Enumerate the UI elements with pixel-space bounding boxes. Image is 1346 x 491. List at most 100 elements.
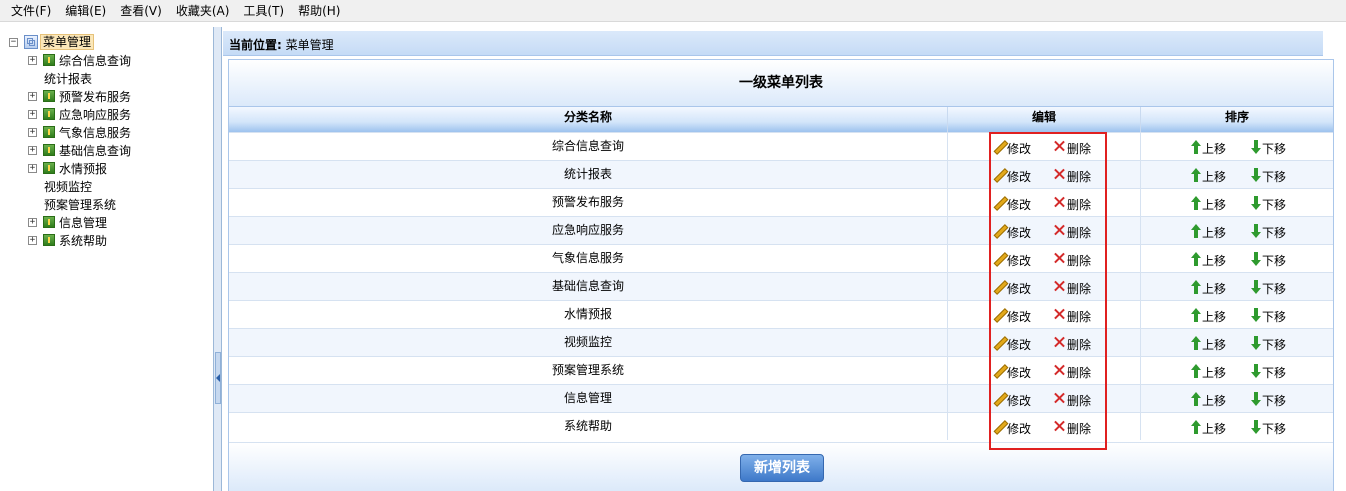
move-up-link[interactable]: 上移 bbox=[1191, 304, 1226, 325]
menu-view[interactable]: 查看(V) bbox=[113, 1, 169, 21]
move-down-link[interactable]: 下移 bbox=[1251, 164, 1286, 185]
modify-link[interactable]: 修改 bbox=[992, 136, 1031, 157]
tree-item[interactable]: + 信息管理 bbox=[0, 213, 213, 231]
delete-link[interactable]: 删除 bbox=[1053, 304, 1091, 325]
tree-item-label[interactable]: 视频监控 bbox=[44, 178, 92, 195]
expand-icon[interactable]: + bbox=[28, 145, 37, 155]
delete-link[interactable]: 删除 bbox=[1053, 388, 1091, 409]
delete-link[interactable]: 删除 bbox=[1053, 248, 1091, 269]
move-down-link[interactable]: 下移 bbox=[1251, 220, 1286, 241]
move-up-link[interactable]: 上移 bbox=[1191, 136, 1226, 157]
row-category-name: 统计报表 bbox=[229, 161, 948, 188]
move-down-link[interactable]: 下移 bbox=[1251, 192, 1286, 213]
expand-icon[interactable]: + bbox=[28, 235, 37, 245]
modify-link[interactable]: 修改 bbox=[992, 416, 1031, 437]
breadcrumb-label: 当前位置: bbox=[229, 38, 282, 52]
move-up-link[interactable]: 上移 bbox=[1191, 220, 1226, 241]
modify-link[interactable]: 修改 bbox=[992, 388, 1031, 409]
modify-link[interactable]: 修改 bbox=[992, 304, 1031, 325]
row-edit-cell: 修改 删除 bbox=[948, 217, 1141, 244]
expand-icon[interactable]: + bbox=[28, 109, 37, 119]
tree-item[interactable]: + 系统帮助 bbox=[0, 231, 213, 249]
delete-x-icon bbox=[1053, 280, 1066, 293]
collapse-sidebar-handle[interactable] bbox=[215, 352, 221, 404]
menu-tools[interactable]: 工具(T) bbox=[236, 1, 291, 21]
delete-link[interactable]: 删除 bbox=[1053, 416, 1091, 437]
move-up-link[interactable]: 上移 bbox=[1191, 164, 1226, 185]
delete-link[interactable]: 删除 bbox=[1053, 164, 1091, 185]
move-up-link[interactable]: 上移 bbox=[1191, 248, 1226, 269]
move-down-link[interactable]: 下移 bbox=[1251, 360, 1286, 381]
delete-label: 删除 bbox=[1067, 310, 1092, 324]
tree-item[interactable]: + 基础信息查询 bbox=[0, 141, 213, 159]
tree-item-label[interactable]: 预警发布服务 bbox=[59, 88, 131, 105]
tree-item-label[interactable]: 基础信息查询 bbox=[59, 142, 131, 159]
delete-link[interactable]: 删除 bbox=[1053, 192, 1091, 213]
tree-item-label[interactable]: 系统帮助 bbox=[59, 232, 107, 249]
tree-item-label[interactable]: 综合信息查询 bbox=[59, 52, 131, 69]
move-up-link[interactable]: 上移 bbox=[1191, 388, 1226, 409]
expand-icon[interactable]: + bbox=[28, 55, 37, 65]
move-up-label: 上移 bbox=[1202, 422, 1227, 436]
delete-x-icon bbox=[1053, 196, 1066, 209]
tree-item-label[interactable]: 信息管理 bbox=[59, 214, 107, 231]
collapse-icon[interactable]: − bbox=[9, 37, 18, 47]
tree-item[interactable]: + 气象信息服务 bbox=[0, 123, 213, 141]
move-down-link[interactable]: 下移 bbox=[1251, 416, 1286, 437]
move-down-link[interactable]: 下移 bbox=[1251, 388, 1286, 409]
expand-icon[interactable]: + bbox=[28, 91, 37, 101]
delete-link[interactable]: 删除 bbox=[1053, 332, 1091, 353]
move-down-link[interactable]: 下移 bbox=[1251, 332, 1286, 353]
arrow-up-icon bbox=[1191, 335, 1201, 350]
menu-favorites[interactable]: 收藏夹(A) bbox=[169, 1, 237, 21]
move-up-link[interactable]: 上移 bbox=[1191, 416, 1226, 437]
move-down-link[interactable]: 下移 bbox=[1251, 276, 1286, 297]
modify-link[interactable]: 修改 bbox=[992, 332, 1031, 353]
add-list-button[interactable]: 新增列表 bbox=[740, 454, 824, 482]
tree-item[interactable]: 预案管理系统 bbox=[0, 195, 213, 213]
tree-item-label[interactable]: 水情预报 bbox=[59, 160, 107, 177]
breadcrumb-value: 菜单管理 bbox=[285, 38, 334, 52]
tree-item[interactable]: + 预警发布服务 bbox=[0, 87, 213, 105]
move-up-link[interactable]: 上移 bbox=[1191, 332, 1226, 353]
tree-item-label[interactable]: 统计报表 bbox=[44, 70, 92, 87]
delete-link[interactable]: 删除 bbox=[1053, 220, 1091, 241]
menu-help[interactable]: 帮助(H) bbox=[291, 1, 347, 21]
modify-link[interactable]: 修改 bbox=[992, 192, 1031, 213]
move-down-link[interactable]: 下移 bbox=[1251, 304, 1286, 325]
move-up-link[interactable]: 上移 bbox=[1191, 360, 1226, 381]
move-down-label: 下移 bbox=[1262, 394, 1287, 408]
splitter[interactable] bbox=[214, 27, 222, 491]
tree-item-label[interactable]: 预案管理系统 bbox=[44, 196, 116, 213]
pencil-icon bbox=[992, 252, 1006, 266]
tree-item[interactable]: + 综合信息查询 bbox=[0, 51, 213, 69]
expand-icon[interactable]: + bbox=[28, 163, 37, 173]
tree-item[interactable]: 统计报表 bbox=[0, 69, 213, 87]
tree-item[interactable]: + 水情预报 bbox=[0, 159, 213, 177]
tree-root-label[interactable]: 菜单管理 bbox=[40, 34, 95, 50]
tree-item[interactable]: 视频监控 bbox=[0, 177, 213, 195]
move-down-link[interactable]: 下移 bbox=[1251, 136, 1286, 157]
move-down-link[interactable]: 下移 bbox=[1251, 248, 1286, 269]
tree-item-label[interactable]: 气象信息服务 bbox=[59, 124, 131, 141]
tree-item-label[interactable]: 应急响应服务 bbox=[59, 106, 131, 123]
modify-link[interactable]: 修改 bbox=[992, 360, 1031, 381]
tree-item[interactable]: + 应急响应服务 bbox=[0, 105, 213, 123]
expand-icon[interactable]: + bbox=[28, 127, 37, 137]
menu-edit[interactable]: 编辑(E) bbox=[58, 1, 113, 21]
move-up-link[interactable]: 上移 bbox=[1191, 276, 1226, 297]
row-edit-cell: 修改 删除 bbox=[948, 161, 1141, 188]
delete-link[interactable]: 删除 bbox=[1053, 276, 1091, 297]
modify-link[interactable]: 修改 bbox=[992, 248, 1031, 269]
menu-file[interactable]: 文件(F) bbox=[4, 1, 58, 21]
move-up-link[interactable]: 上移 bbox=[1191, 192, 1226, 213]
modify-link[interactable]: 修改 bbox=[992, 164, 1031, 185]
delete-link[interactable]: 删除 bbox=[1053, 360, 1091, 381]
delete-link[interactable]: 删除 bbox=[1053, 136, 1091, 157]
modify-link[interactable]: 修改 bbox=[992, 276, 1031, 297]
modify-link[interactable]: 修改 bbox=[992, 220, 1031, 241]
expand-icon[interactable]: + bbox=[28, 217, 37, 227]
tree-root[interactable]: − 菜单管理 bbox=[0, 33, 213, 51]
arrow-down-icon bbox=[1251, 391, 1262, 406]
table-header: 分类名称 编辑 排序 bbox=[229, 106, 1333, 132]
